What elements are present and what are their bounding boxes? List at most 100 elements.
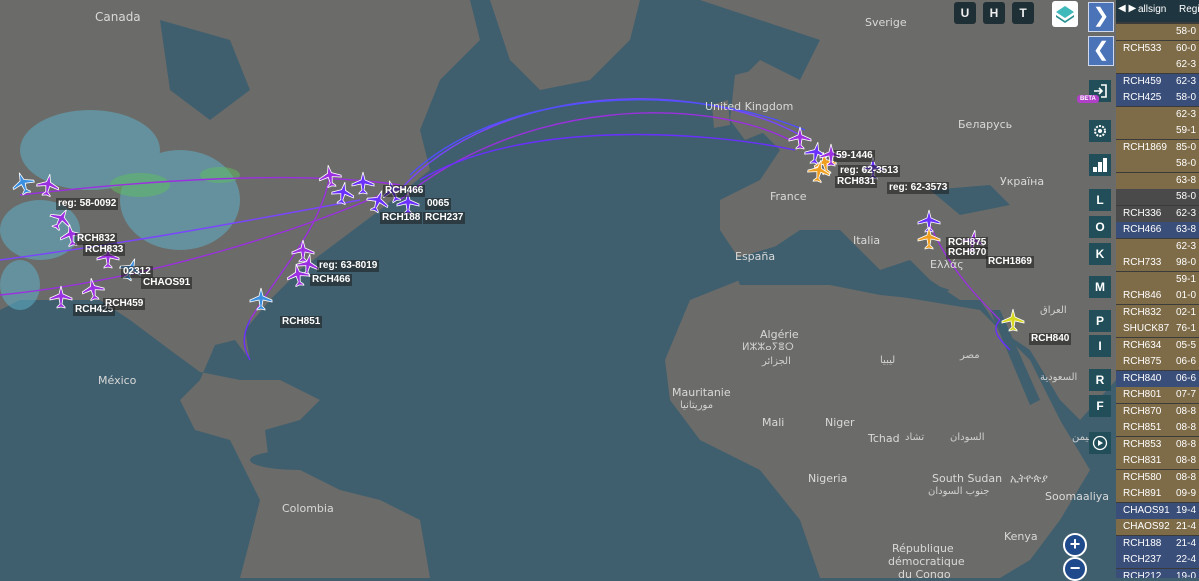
registration-cell: 01-0	[1176, 290, 1197, 301]
collapse-panel-button[interactable]: ❮	[1088, 36, 1114, 66]
u-toggle-button[interactable]: U	[954, 2, 976, 24]
flight-label[interactable]: reg: 63-8019	[317, 260, 380, 272]
map-layers-button[interactable]	[1052, 1, 1078, 27]
t-toggle-button[interactable]: T	[1012, 2, 1034, 24]
table-row[interactable]: RCH875 06-6	[1116, 354, 1199, 370]
table-row[interactable]: RCH1869 85-0	[1116, 139, 1199, 156]
table-row[interactable]: 62-3	[1116, 57, 1199, 73]
flight-label[interactable]: RCH1869	[986, 256, 1034, 268]
table-row[interactable]: RCH212 19-0	[1116, 568, 1199, 578]
table-row[interactable]: RCH466 63-8	[1116, 222, 1199, 238]
aircraft-marker[interactable]	[10, 170, 36, 196]
flight-label[interactable]: RCH188	[380, 212, 423, 224]
table-row[interactable]: RCH831 08-8	[1116, 453, 1199, 469]
aircraft-marker[interactable]	[285, 262, 311, 288]
table-row[interactable]: CHAOS92 21-4	[1116, 519, 1199, 535]
aircraft-table: ◀ ▶ allsign Regi 58-0 RCH533 60-0 62-3 RCH45…	[1116, 0, 1199, 578]
table-row[interactable]: 58-0	[1116, 24, 1199, 40]
callsign-cell: RCH580	[1123, 471, 1162, 483]
aircraft-marker[interactable]	[916, 225, 942, 251]
registration-cell: 21-4	[1176, 521, 1197, 532]
table-row[interactable]: RCH237 22-4	[1116, 552, 1199, 568]
column-scroll-arrows[interactable]: ◀ ▶	[1118, 3, 1136, 14]
registration-cell: 08-8	[1176, 455, 1197, 466]
r-toggle-button[interactable]: R	[1089, 369, 1111, 391]
aircraft-marker[interactable]	[48, 284, 74, 310]
table-row[interactable]: 59-1	[1116, 271, 1199, 288]
aircraft-marker[interactable]	[35, 172, 61, 198]
column-header-callsign[interactable]: allsign	[1138, 4, 1166, 15]
table-row[interactable]: 59-1	[1116, 123, 1199, 139]
callsign-cell: RCH188	[1123, 537, 1162, 549]
registration-cell: 62-3	[1176, 59, 1197, 70]
replay-button[interactable]	[1089, 432, 1111, 454]
expand-panel-button[interactable]: ❯	[1088, 2, 1114, 32]
table-row[interactable]: RCH870 08-8	[1116, 403, 1199, 420]
zoom-in-button[interactable]: +	[1063, 533, 1087, 557]
table-row[interactable]: 63-8	[1116, 172, 1199, 189]
table-row[interactable]: RCH840 06-6	[1116, 370, 1199, 387]
registration-cell: 63-8	[1176, 174, 1197, 186]
table-row[interactable]: RCH425 58-0	[1116, 90, 1199, 106]
beta-badge: BETA	[1077, 95, 1099, 103]
callsign-cell: RCH336	[1123, 207, 1162, 219]
table-row[interactable]: 58-0	[1116, 189, 1199, 205]
flight-label[interactable]: RCH466	[383, 185, 426, 197]
registration-cell: 02-1	[1176, 306, 1197, 318]
table-row[interactable]: RCH891 09-9	[1116, 486, 1199, 502]
callsign-cell: CHAOS92	[1123, 521, 1170, 532]
airplane-icon	[917, 226, 941, 250]
flight-label[interactable]: reg: 62-3573	[887, 182, 950, 194]
i-toggle-button[interactable]: I	[1089, 335, 1111, 357]
column-header-registration[interactable]: Regi	[1179, 4, 1199, 15]
table-row[interactable]: RCH634 05-5	[1116, 337, 1199, 354]
table-row[interactable]: RCH188 21-4	[1116, 535, 1199, 552]
table-row[interactable]: 58-0	[1116, 156, 1199, 172]
p-toggle-button[interactable]: P	[1089, 310, 1111, 332]
flight-label[interactable]: 0065	[425, 198, 452, 210]
table-row[interactable]: RCH846 01-0	[1116, 288, 1199, 304]
flight-label[interactable]: RCH466	[310, 274, 353, 286]
table-row[interactable]: RCH832 02-1	[1116, 304, 1199, 321]
o-toggle-button[interactable]: O	[1089, 216, 1111, 238]
settings-button[interactable]	[1089, 120, 1111, 142]
h-toggle-button[interactable]: H	[983, 2, 1005, 24]
zoom-out-button[interactable]: −	[1063, 557, 1087, 581]
table-row[interactable]: RCH459 62-3	[1116, 73, 1199, 90]
aircraft-marker[interactable]	[248, 286, 274, 312]
flight-label[interactable]: CHAOS91	[141, 277, 193, 289]
flight-label[interactable]: RCH459	[103, 298, 146, 310]
aircraft-marker[interactable]	[1000, 307, 1026, 333]
table-row[interactable]: RCH336 62-3	[1116, 205, 1199, 222]
flight-label[interactable]: RCH851	[280, 316, 323, 328]
callsign-cell: RCH840	[1123, 372, 1162, 384]
l-toggle-button[interactable]: L	[1089, 189, 1111, 211]
flight-label[interactable]: RCH831	[835, 176, 878, 188]
table-row[interactable]: RCH733 98-0	[1116, 255, 1199, 271]
table-row[interactable]: RCH853 08-8	[1116, 436, 1199, 453]
m-toggle-button[interactable]: M	[1089, 276, 1111, 298]
table-row[interactable]: RCH801 07-7	[1116, 387, 1199, 403]
k-toggle-button[interactable]: K	[1089, 243, 1111, 265]
table-header: ◀ ▶ allsign Regi	[1116, 0, 1199, 22]
map-canvas[interactable]: Canada Sverige United Kingdom Беларусь У…	[0, 0, 1116, 578]
table-row[interactable]: RCH533 60-0	[1116, 40, 1199, 57]
table-row[interactable]: RCH580 08-8	[1116, 469, 1199, 486]
callsign-cell: RCH634	[1123, 339, 1162, 351]
stats-button[interactable]	[1089, 154, 1111, 176]
f-toggle-button[interactable]: F	[1089, 395, 1111, 417]
callsign-cell: RCH425	[1123, 92, 1162, 103]
flight-label[interactable]: RCH237	[423, 212, 466, 224]
callsign-cell: RCH466	[1123, 224, 1162, 235]
table-row[interactable]: 62-3	[1116, 106, 1199, 123]
flight-label[interactable]: RCH870	[946, 247, 989, 259]
flight-label[interactable]: reg: 58-0092	[56, 198, 119, 210]
flight-label[interactable]: 59-1446	[834, 150, 875, 162]
table-row[interactable]: SHUCK87 76-1	[1116, 321, 1199, 337]
table-row[interactable]: 62-3	[1116, 238, 1199, 255]
flight-label[interactable]: RCH840	[1029, 333, 1072, 345]
table-row[interactable]: CHAOS91 19-4	[1116, 502, 1199, 519]
callsign-cell: RCH870	[1123, 405, 1162, 417]
table-row[interactable]: RCH851 08-8	[1116, 420, 1199, 436]
flight-label[interactable]: RCH833	[83, 244, 126, 256]
